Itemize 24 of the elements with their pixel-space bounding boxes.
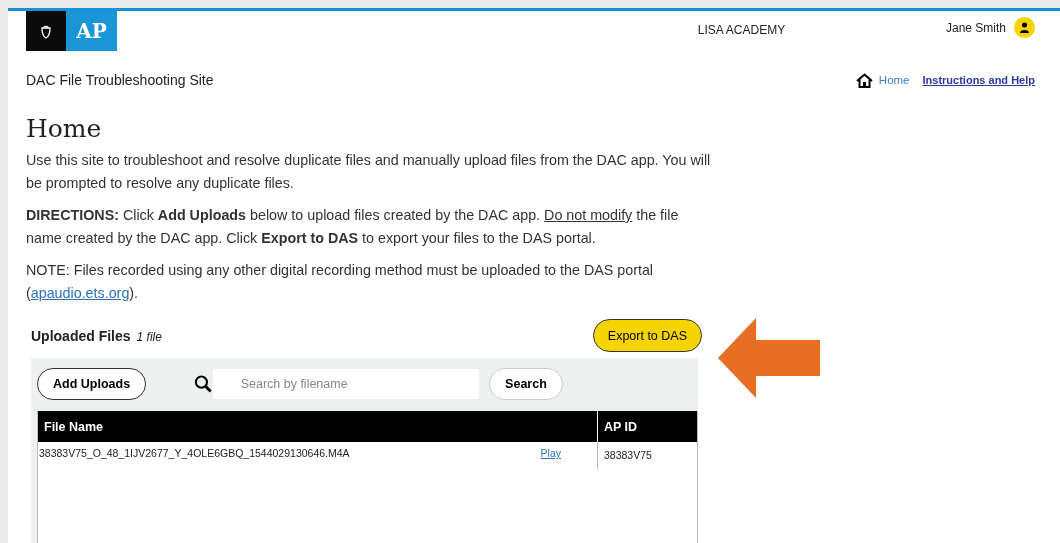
column-header[interactable]: File Name bbox=[38, 411, 597, 442]
file-count: 1 file bbox=[136, 329, 162, 344]
home-link[interactable]: Home bbox=[855, 72, 910, 88]
logo-text: AP bbox=[66, 11, 117, 51]
export-button[interactable]: Export to DAS bbox=[592, 319, 702, 352]
add-uploads-button[interactable]: Add Uploads bbox=[37, 368, 147, 400]
section-title: Uploaded Files bbox=[31, 327, 131, 344]
file-name-cell-text: 38383V75_O_48_1IJV2677_Y_4OLE6GBQ_1544029130646.M4A bbox=[39, 447, 350, 461]
intro-text: Use this site to troubleshoot and resolve duplicate files and manually upload files from the DAC app. You will be prompted to resolve any duplicate files. bbox=[26, 151, 712, 193]
school-name: LISA ACADEMY bbox=[697, 23, 786, 37]
page-heading: Home bbox=[26, 114, 103, 143]
ap-id-cell-text: 38383V75 bbox=[604, 449, 652, 463]
user-name[interactable]: Jane Smith bbox=[945, 20, 1006, 35]
site-title: DAC File Troubleshooting Site bbox=[26, 72, 214, 88]
search-icon bbox=[194, 374, 213, 394]
play-link[interactable]: Play bbox=[540, 447, 561, 470]
portal-link[interactable]: apaudio.ets.org bbox=[30, 285, 130, 301]
search-button[interactable]: Search bbox=[489, 368, 563, 400]
home-icon bbox=[855, 72, 873, 88]
directions-text: DIRECTIONS: Click Add Uploads below to upload files created by the DAC app. Do not modify the file name created by the DAC app. Click Export to DAS to export your files to the DAS portal. bbox=[26, 206, 680, 248]
note-text: NOTE: Files recorded using any other digital recording method must be uploaded to the DAS portal (apaudio.ets.org). bbox=[26, 261, 655, 303]
help-link[interactable]: Instructions and Help bbox=[922, 74, 1035, 86]
user-icon[interactable] bbox=[1014, 17, 1035, 38]
column-header[interactable]: AP ID bbox=[597, 411, 697, 442]
